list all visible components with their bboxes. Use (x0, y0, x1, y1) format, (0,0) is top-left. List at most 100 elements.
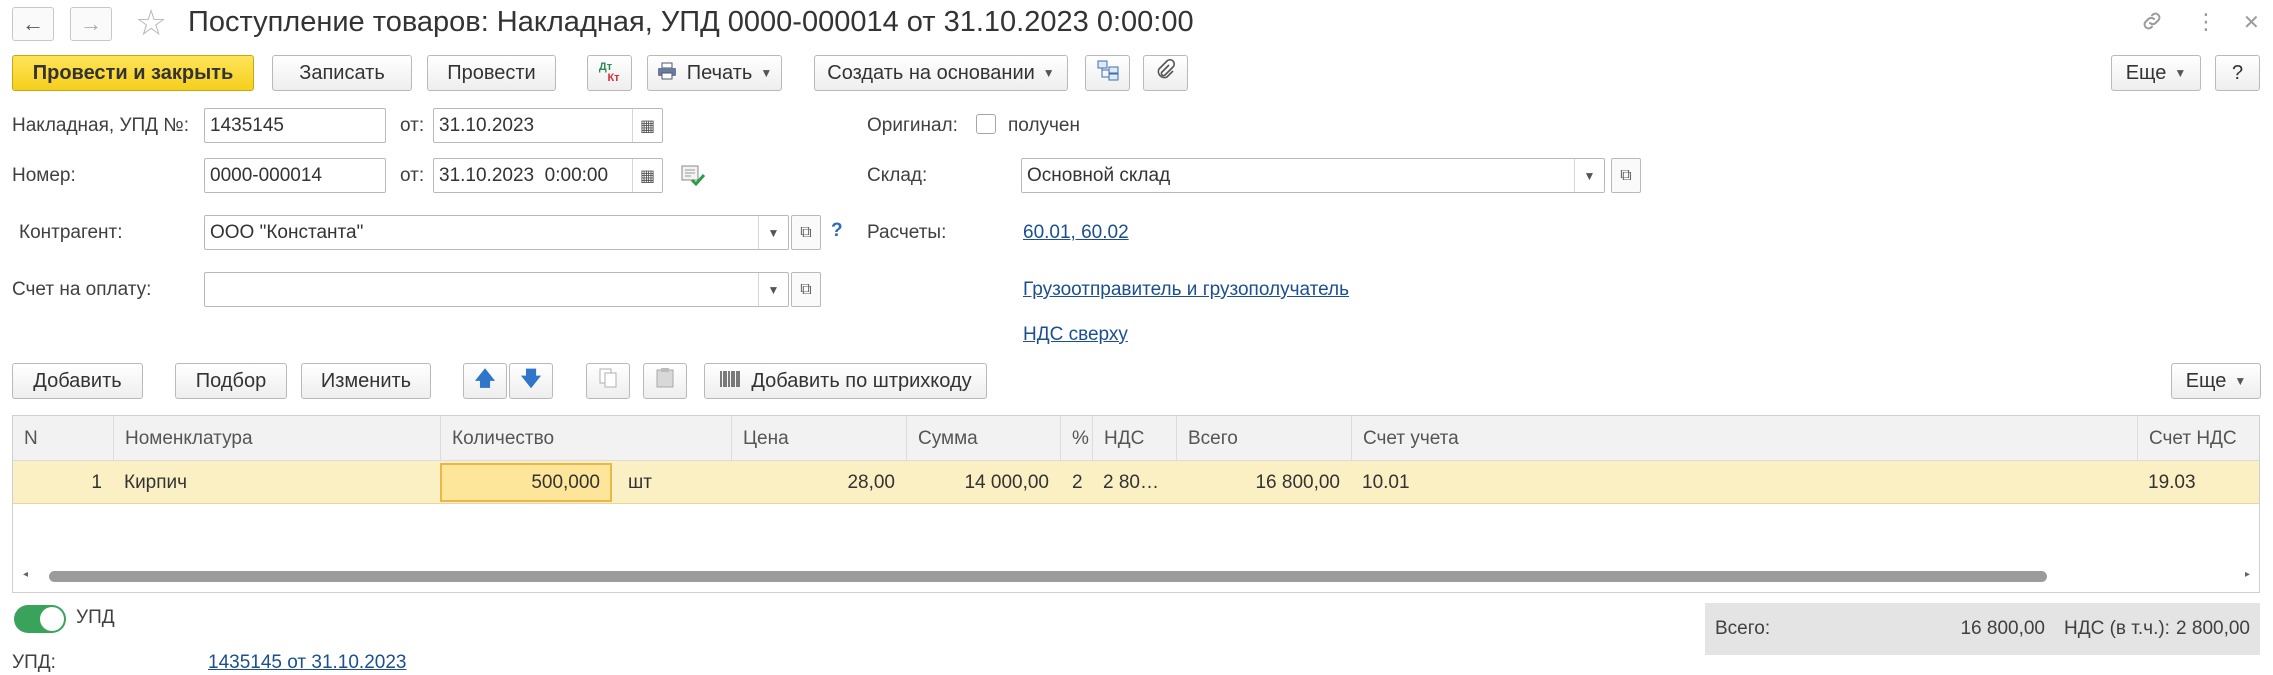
shipper-consignee-link[interactable]: Грузоотправитель и грузополучатель (1023, 279, 1349, 301)
table-header: N Номенклатура Количество Цена Сумма % Н… (13, 416, 2259, 461)
arrow-left-icon: ← (22, 11, 44, 36)
cell-price[interactable]: 28,00 (731, 461, 906, 504)
cell-unit: шт (628, 472, 652, 493)
open-in-window-icon: ⧉ (1620, 166, 1632, 184)
attachment-button[interactable] (1143, 55, 1188, 91)
cell-item[interactable]: Кирпич (113, 461, 440, 504)
calendar-icon[interactable]: ▦ (632, 159, 662, 192)
settlements-label: Расчеты: (867, 222, 947, 243)
upd-link[interactable]: 1435145 от 31.10.2023 (208, 652, 406, 674)
chevron-down-icon[interactable]: ▼ (758, 216, 788, 249)
invoice-number-label: Накладная, УПД №: (12, 115, 189, 136)
close-icon[interactable]: ✕ (2243, 10, 2260, 35)
chevron-down-icon[interactable]: ▼ (758, 273, 788, 306)
cell-vat[interactable]: 2 80… (1092, 461, 1176, 504)
doc-datetime-field[interactable]: 31.10.2023 0:00:00 ▦ (433, 158, 663, 193)
total-label: Всего: (1715, 618, 1771, 639)
vat-total-value: 2 800,00 (2176, 618, 2250, 639)
forward-button[interactable]: → (70, 7, 112, 41)
counterparty-help-icon[interactable]: ? (831, 220, 843, 242)
warehouse-select[interactable]: Основной склад ▼ (1021, 158, 1605, 193)
move-down-button[interactable]: 🡇 (509, 363, 553, 399)
calendar-icon[interactable]: ▦ (632, 109, 662, 142)
col-account[interactable]: Счет учета (1351, 416, 1459, 461)
total-value: 16 800,00 (1960, 618, 2045, 639)
col-vat-account[interactable]: Счет НДС (2137, 416, 2237, 461)
counterparty-value: ООО "Константа" (210, 221, 364, 243)
invoice-date-value: 31.10.2023 (439, 114, 535, 136)
arrow-right-icon: → (80, 11, 102, 36)
table-row[interactable]: 1 Кирпич 500,000 шт 28,00 14 000,00 2 2 … (13, 461, 2259, 504)
col-sum[interactable]: Сумма (906, 416, 978, 461)
doc-number-field[interactable]: 0000-000014 (204, 158, 386, 193)
more-vertical-icon[interactable]: ⋮ (2195, 9, 2217, 35)
doc-datetime-value: 31.10.2023 0:00:00 (439, 164, 609, 186)
chevron-down-icon: ▼ (2234, 374, 2247, 388)
open-payment-invoice-button[interactable]: ⧉ (791, 272, 821, 307)
post-and-close-button[interactable]: Провести и закрыть (12, 55, 254, 91)
add-by-barcode-button[interactable]: Добавить по штрихкоду (704, 363, 987, 399)
quantity-input[interactable]: 500,000 (440, 463, 612, 502)
upd-toggle-label: УПД (76, 607, 115, 628)
invoice-number-field[interactable]: 1435145 (204, 108, 386, 143)
post-button[interactable]: Провести (427, 55, 556, 91)
original-received-checkbox[interactable] (976, 114, 996, 134)
scroll-right-icon[interactable]: ▸ (2245, 569, 2250, 580)
chevron-down-icon[interactable]: ▼ (1574, 159, 1604, 192)
add-row-button[interactable]: Добавить (12, 363, 143, 399)
toggle-knob (40, 607, 64, 631)
payment-invoice-select[interactable]: ▼ (204, 272, 789, 307)
more-button[interactable]: Еще ▼ (2111, 55, 2201, 91)
structure-icon-button[interactable] (1085, 55, 1130, 91)
create-based-on-button[interactable]: Создать на основании ▼ (814, 55, 1068, 91)
change-button[interactable]: Изменить (301, 363, 431, 399)
copy-row-button[interactable] (586, 363, 630, 399)
chevron-down-icon: ▼ (1042, 66, 1055, 80)
upd-toggle[interactable] (14, 605, 66, 633)
upd-label: УПД: (12, 652, 56, 673)
print-button[interactable]: Печать ▼ (647, 55, 782, 91)
col-quantity[interactable]: Количество (440, 416, 554, 461)
paste-button[interactable] (643, 363, 687, 399)
document-check-icon[interactable] (680, 163, 706, 193)
table-more-button[interactable]: Еще ▼ (2171, 363, 2261, 399)
vat-on-top-link[interactable]: НДС сверху (1023, 324, 1128, 346)
counterparty-label: Контрагент: (19, 222, 123, 243)
cell-sum[interactable]: 14 000,00 (906, 461, 1060, 504)
chevron-down-icon: ▼ (760, 66, 773, 80)
arrow-down-icon: 🡇 (520, 368, 542, 390)
invoice-date-field[interactable]: 31.10.2023 ▦ (433, 108, 663, 143)
scroll-left-icon[interactable]: ◂ (23, 569, 28, 580)
favorite-star-icon[interactable]: ☆ (135, 2, 167, 44)
cell-vat-account[interactable]: 19.03 (2137, 461, 2261, 504)
open-counterparty-button[interactable]: ⧉ (791, 215, 821, 250)
pick-button[interactable]: Подбор (175, 363, 287, 399)
arrow-up-icon: 🡅 (474, 368, 496, 390)
open-warehouse-button[interactable]: ⧉ (1611, 158, 1641, 193)
totals-panel: Всего: 16 800,00 НДС (в т.ч.): 2 800,00 (1705, 603, 2260, 655)
col-price[interactable]: Цена (731, 416, 789, 461)
doc-date-from-label: от: (400, 165, 425, 186)
help-button[interactable]: ? (2215, 55, 2260, 91)
cell-total: 16 800,00 (1255, 472, 1340, 493)
invoice-number-value: 1435145 (210, 114, 284, 136)
cell-account[interactable]: 10.01 (1351, 461, 2137, 504)
col-total[interactable]: Всего (1176, 416, 1238, 461)
col-n[interactable]: N (13, 416, 38, 461)
col-vat[interactable]: НДС (1092, 416, 1144, 461)
settlements-link[interactable]: 60.01, 60.02 (1023, 222, 1129, 244)
horizontal-scrollbar[interactable] (49, 571, 2047, 582)
dt-kt-report-button[interactable]: Дт Кт (587, 55, 632, 91)
payment-invoice-label: Счет на оплату: (12, 279, 152, 300)
col-vat-rate[interactable]: % (1060, 416, 1089, 461)
save-button[interactable]: Записать (272, 55, 412, 91)
move-up-button[interactable]: 🡅 (463, 363, 507, 399)
goods-table: N Номенклатура Количество Цена Сумма % Н… (12, 415, 2260, 593)
back-button[interactable]: ← (12, 7, 54, 41)
col-item[interactable]: Номенклатура (113, 416, 253, 461)
counterparty-select[interactable]: ООО "Константа" ▼ (204, 215, 789, 250)
cell-vat-rate[interactable]: 2 (1060, 461, 1092, 504)
kt-icon: Кт (607, 72, 620, 84)
link-icon[interactable] (2140, 9, 2164, 39)
page-title: Поступление товаров: Накладная, УПД 0000… (188, 6, 1194, 38)
